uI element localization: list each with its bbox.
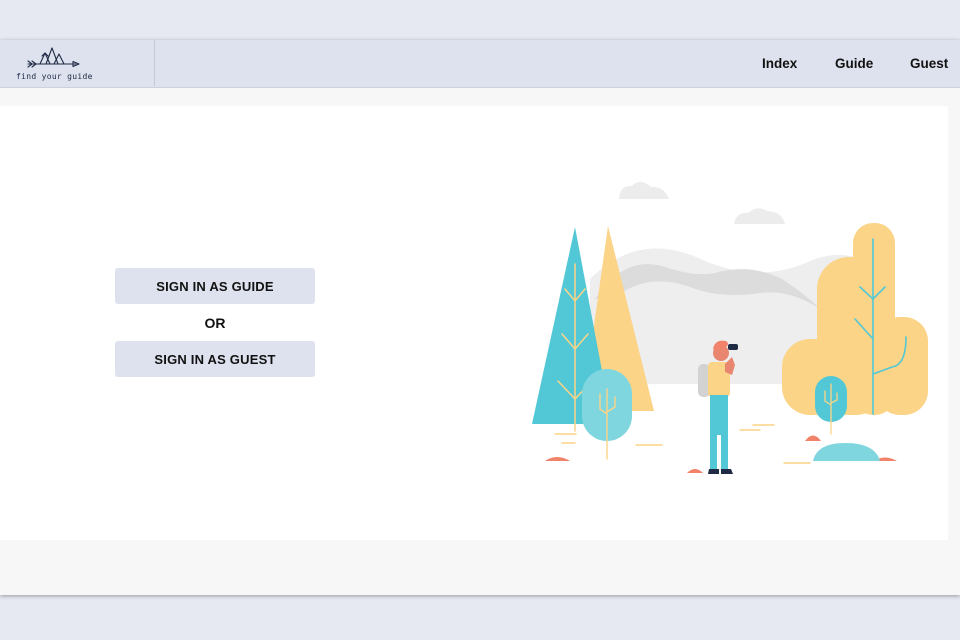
cloud-icon — [734, 208, 785, 224]
round-tree-right — [815, 376, 847, 435]
logo-text: find your guide — [16, 72, 93, 81]
sign-in-as-guest-button[interactable]: SIGN IN AS GUEST — [115, 341, 315, 377]
nav-link-guide[interactable]: Guide — [835, 56, 873, 71]
hiker-forest-illustration — [532, 181, 928, 474]
logo[interactable]: find your guide — [0, 40, 155, 86]
nav-link-index[interactable]: Index — [762, 56, 797, 71]
arrow-mountains-logo-icon — [27, 47, 80, 68]
bush — [813, 443, 880, 461]
rock — [805, 435, 821, 441]
round-tree-left — [582, 369, 632, 460]
app-window: find your guide Index Guide Guest SIGN I… — [0, 40, 960, 595]
sign-in-panel: SIGN IN AS GUIDE OR SIGN IN AS GUEST — [0, 106, 948, 540]
sign-in-as-guide-button[interactable]: SIGN IN AS GUIDE — [115, 268, 315, 304]
nav-link-guest[interactable]: Guest — [910, 56, 948, 71]
cloud-icon — [619, 181, 669, 199]
or-separator: OR — [204, 315, 226, 331]
navbar: find your guide Index Guide Guest — [0, 40, 960, 88]
rock — [545, 457, 570, 461]
rock — [687, 469, 703, 473]
